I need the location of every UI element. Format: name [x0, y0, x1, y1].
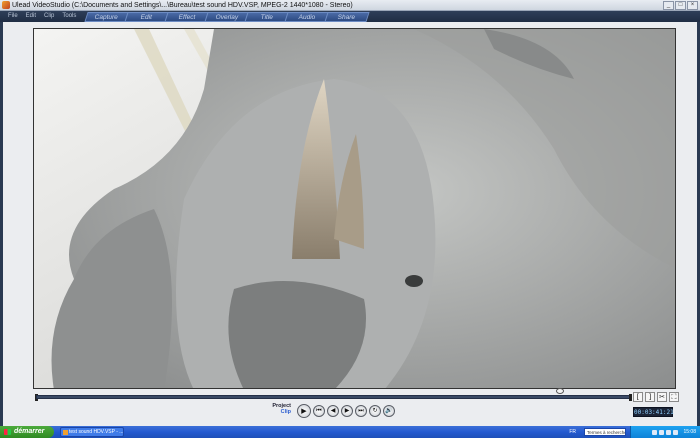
taskbar: démarrer test sound HDV.VSP - ... FR Ter… [0, 426, 700, 438]
video-preview[interactable] [33, 28, 676, 389]
home-button[interactable]: ⏮ [313, 405, 325, 417]
clock: 15:08 [683, 429, 696, 435]
volume-icon[interactable] [659, 429, 665, 435]
play-button[interactable]: ▶ [297, 404, 311, 418]
window-controls: _ □ × [663, 0, 698, 10]
repeat-button[interactable]: ↻ [369, 405, 381, 417]
windows-logo-icon [4, 429, 11, 435]
menu-edit[interactable]: Edit [22, 11, 40, 22]
scrub-bar[interactable] [36, 395, 630, 399]
tab-edit-label: Edit [141, 13, 153, 21]
window-title: Ulead VideoStudio (C:\Documents and Sett… [12, 1, 353, 9]
previous-frame-button[interactable]: ◀ [327, 405, 339, 417]
tab-audio[interactable]: Audio [284, 11, 330, 22]
main-menu: File Edit Clip Tools [4, 11, 80, 22]
maximize-button[interactable]: □ [675, 0, 686, 10]
mode-clip[interactable]: Clip [271, 409, 291, 415]
minimize-button[interactable]: _ [663, 0, 674, 10]
tab-edit[interactable]: Edit [124, 11, 170, 22]
task-label: test sound HDV.VSP - ... [69, 429, 124, 435]
mark-out-button[interactable]: ] [645, 392, 655, 402]
update-icon[interactable] [673, 429, 679, 435]
title-bar: Ulead VideoStudio (C:\Documents and Sett… [0, 0, 700, 11]
volume-button[interactable]: 🔊 [383, 405, 395, 417]
menu-tools[interactable]: Tools [58, 11, 80, 22]
mark-in-button[interactable]: [ [633, 392, 643, 402]
language-indicator[interactable]: FR [569, 429, 576, 435]
start-label: démarrer [14, 428, 45, 435]
tab-effect-label: Effect [178, 13, 196, 21]
split-clip-button[interactable]: ✂ [657, 392, 667, 402]
tab-title-label: Title [260, 13, 274, 21]
fullscreen-button[interactable]: ⛶ [669, 392, 679, 402]
trim-end-handle[interactable] [629, 394, 632, 401]
desktop-search-input[interactable]: Termes à rechercher [584, 428, 626, 436]
tab-capture[interactable]: Capture [84, 11, 130, 22]
rhino-frame-image [34, 29, 675, 388]
end-button[interactable]: ⏭ [355, 405, 367, 417]
playback-controls: ▶ ⏮ ◀ ▶ ⏭ ↻ 🔊 [297, 404, 395, 418]
next-frame-button[interactable]: ▶ [341, 405, 353, 417]
menu-file[interactable]: File [4, 11, 22, 22]
step-tabs: Capture Edit Effect Overlay Title Audio … [84, 11, 370, 22]
player-panel: [ ] ✂ ⛶ Project Clip ▶ ⏮ ◀ ▶ ⏭ ↻ 🔊 00:03… [0, 22, 700, 426]
taskbar-item-videostudio[interactable]: test sound HDV.VSP - ... [60, 427, 124, 437]
security-icon[interactable] [666, 429, 672, 435]
tab-capture-label: Capture [95, 13, 119, 21]
tab-share-label: Share [338, 13, 356, 21]
app-icon [2, 1, 10, 9]
tab-title[interactable]: Title [244, 11, 290, 22]
tab-overlay-label: Overlay [215, 13, 239, 21]
tab-audio-label: Audio [298, 13, 316, 21]
tab-share[interactable]: Share [324, 11, 370, 22]
tab-overlay[interactable]: Overlay [204, 11, 250, 22]
menu-bar: File Edit Clip Tools Capture Edit Effect… [0, 11, 700, 22]
system-tray: 15:08 [630, 426, 700, 438]
tab-effect[interactable]: Effect [164, 11, 210, 22]
start-button[interactable]: démarrer [0, 426, 54, 438]
play-mode: Project Clip [271, 403, 291, 415]
close-button[interactable]: × [687, 0, 698, 10]
network-icon[interactable] [652, 429, 658, 435]
timecode-display[interactable]: 00:03:41:21 [633, 407, 674, 417]
videostudio-icon [63, 430, 68, 435]
trim-buttons: [ ] ✂ ⛶ [633, 392, 679, 402]
menu-clip[interactable]: Clip [40, 11, 58, 22]
playhead-marker[interactable] [556, 388, 564, 394]
